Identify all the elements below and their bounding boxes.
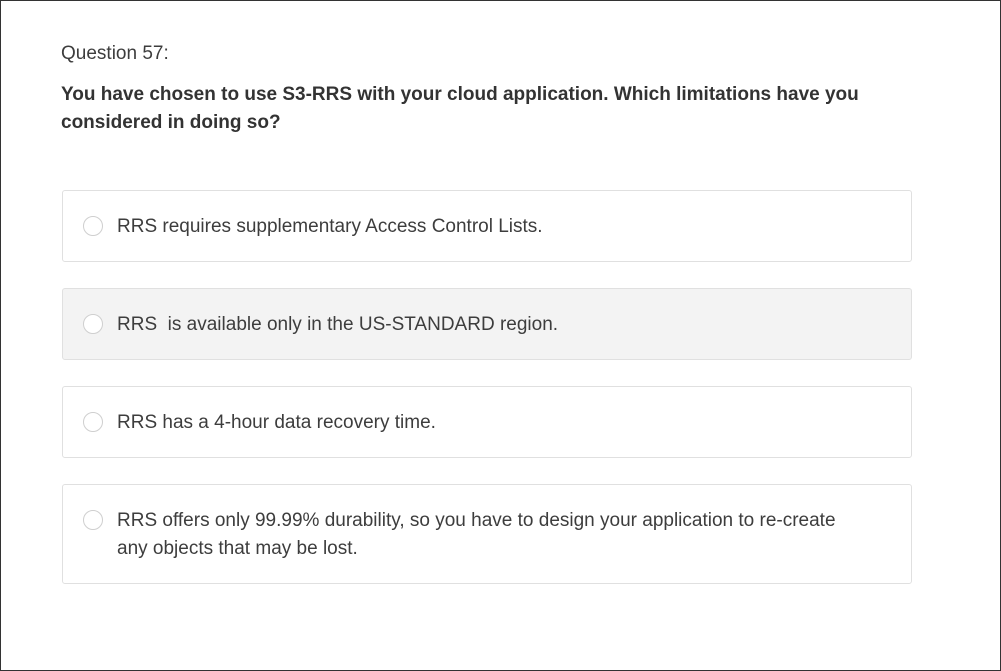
answer-option-label: RRS is available only in the US-STANDARD… (117, 314, 559, 335)
answer-option-2[interactable]: RRS is available only in the US-STANDARD… (62, 288, 912, 360)
radio-button-icon[interactable] (83, 216, 103, 236)
answer-options: RRS requires supplementary Access Contro… (62, 190, 912, 610)
answer-option-3[interactable]: RRS has a 4-hour data recovery time. (62, 386, 912, 458)
answer-option-label: RRS requires supplementary Access Contro… (117, 216, 543, 237)
answer-option-label: RRS offers only 99.99% durability, so yo… (117, 510, 841, 559)
radio-button-icon[interactable] (83, 314, 103, 334)
question-number: Question 57: (61, 43, 169, 64)
radio-button-icon[interactable] (83, 412, 103, 432)
radio-button-icon[interactable] (83, 510, 103, 530)
answer-option-4[interactable]: RRS offers only 99.99% durability, so yo… (62, 484, 912, 584)
quiz-frame: Question 57: You have chosen to use S3-R… (0, 0, 1001, 671)
answer-option-1[interactable]: RRS requires supplementary Access Contro… (62, 190, 912, 262)
answer-option-label: RRS has a 4-hour data recovery time. (117, 412, 436, 433)
question-text: You have chosen to use S3-RRS with your … (61, 84, 859, 133)
